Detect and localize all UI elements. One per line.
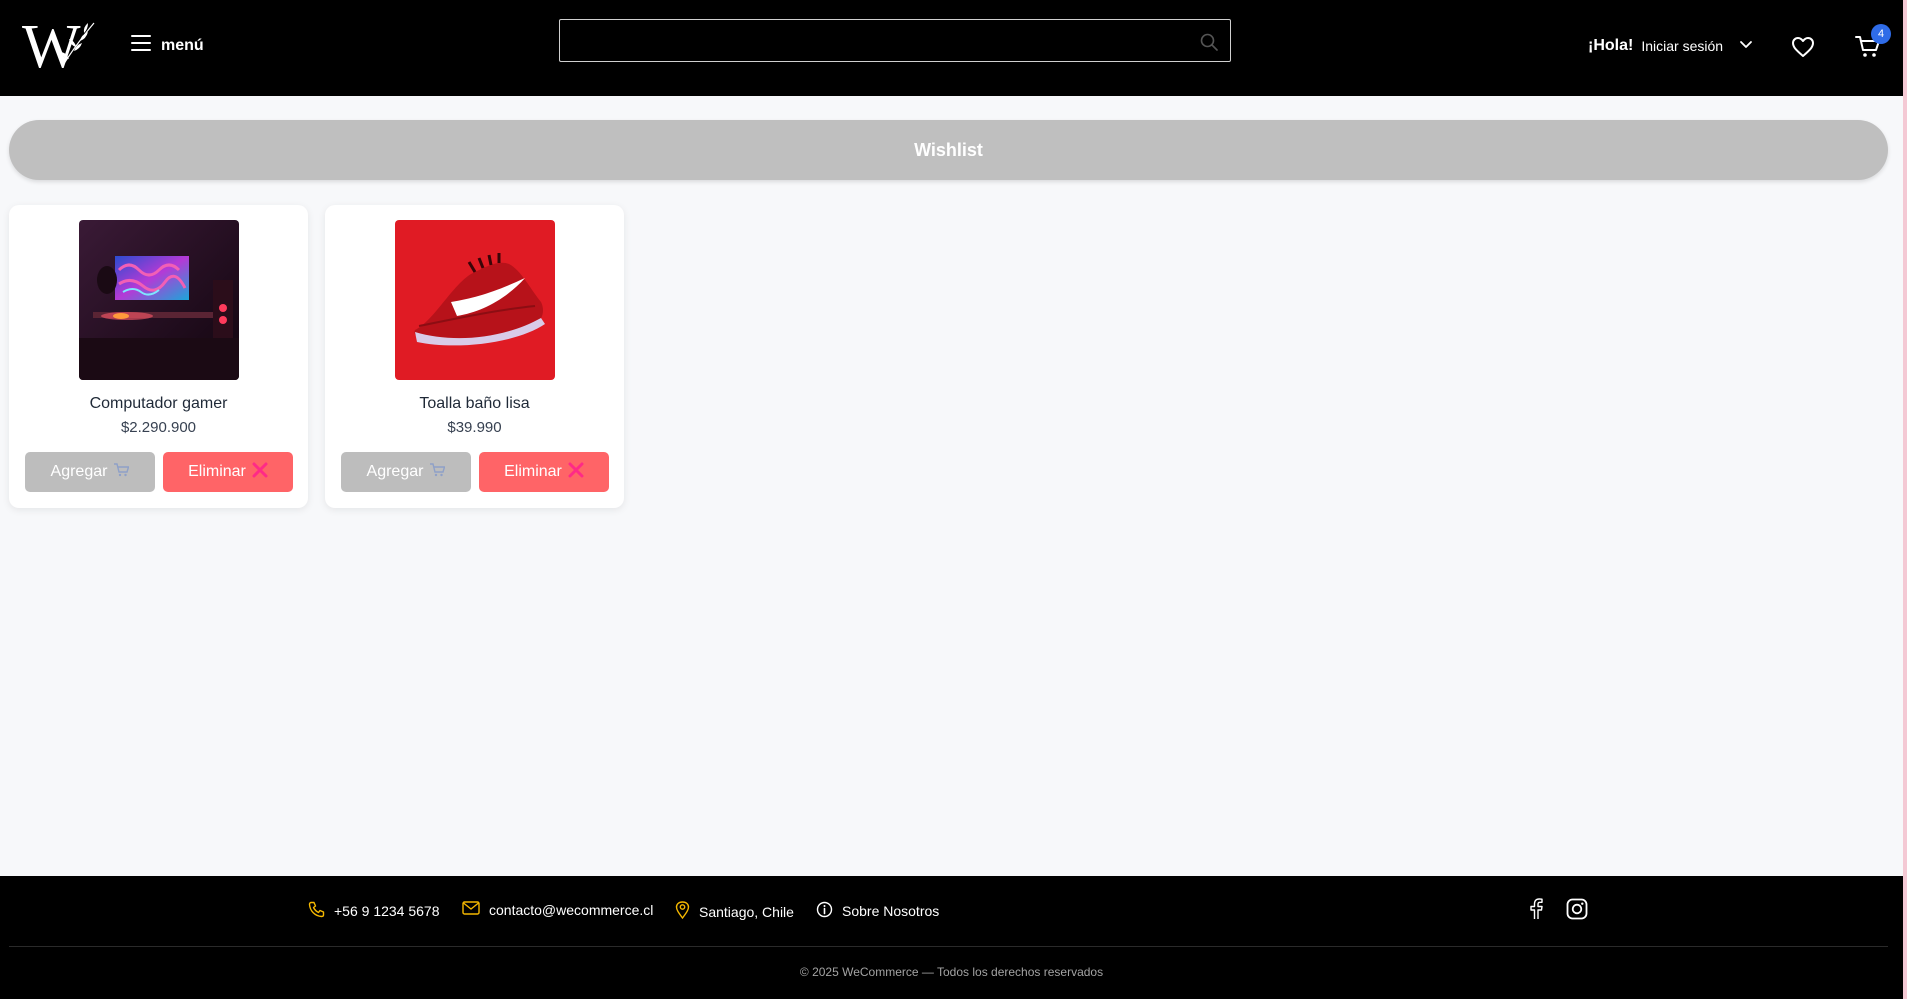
copyright-text: © 2025 WeCommerce — Todos los derechos r… bbox=[799, 965, 1104, 979]
about-text: Sobre Nosotros bbox=[842, 903, 940, 919]
product-image-computer[interactable] bbox=[79, 220, 239, 380]
phone-text: +56 9 1234 5678 bbox=[334, 903, 440, 919]
logo-letter: W bbox=[22, 17, 81, 73]
footer-email[interactable]: contacto@wecommerce.cl bbox=[462, 901, 653, 918]
footer-about-link[interactable]: Sobre Nosotros bbox=[816, 901, 939, 921]
menu-label: menú bbox=[161, 36, 204, 54]
cart-count-badge: 4 bbox=[1871, 24, 1891, 44]
page: W menú ¡Hola! Iniciar sesión 4 Wishlist … bbox=[0, 0, 1907, 999]
wishlist-card: Toalla baño lisa $39.990 Agregar Elimina… bbox=[325, 205, 624, 508]
product-price: $2.290.900 bbox=[120, 419, 197, 436]
add-to-cart-button[interactable]: Agregar bbox=[25, 452, 155, 492]
cart-emoji-icon bbox=[429, 462, 446, 482]
phone-icon bbox=[308, 901, 325, 921]
heart-icon[interactable] bbox=[1791, 36, 1815, 63]
footer-phone[interactable]: +56 9 1234 5678 bbox=[308, 901, 440, 921]
remove-button[interactable]: Eliminar bbox=[163, 452, 293, 492]
search-icon[interactable] bbox=[1200, 33, 1218, 56]
chevron-down-icon bbox=[1739, 37, 1753, 55]
hamburger-icon bbox=[131, 34, 151, 57]
greeting-text: ¡Hola! bbox=[1588, 37, 1634, 54]
add-button-label: Agregar bbox=[50, 463, 108, 480]
remove-button[interactable]: Eliminar bbox=[479, 452, 609, 492]
footer-location[interactable]: Santiago, Chile bbox=[675, 901, 794, 922]
search-bar bbox=[559, 19, 1231, 62]
login-dropdown[interactable]: ¡Hola! Iniciar sesión bbox=[1588, 37, 1753, 55]
location-pin-icon bbox=[675, 901, 690, 922]
facebook-icon[interactable] bbox=[1529, 898, 1543, 925]
wishlist-title: Wishlist bbox=[914, 140, 983, 160]
product-image-shoe[interactable] bbox=[395, 220, 555, 380]
instagram-icon[interactable] bbox=[1566, 898, 1588, 925]
add-button-label: Agregar bbox=[366, 463, 424, 480]
remove-button-label: Eliminar bbox=[504, 463, 562, 480]
login-label: Iniciar sesión bbox=[1641, 38, 1724, 54]
wishlist-title-bar: Wishlist bbox=[9, 120, 1888, 180]
product-price: $39.990 bbox=[447, 419, 502, 436]
wishlist-card: Computador gamer $2.290.900 Agregar Elim… bbox=[9, 205, 308, 508]
email-text: contacto@wecommerce.cl bbox=[489, 901, 654, 918]
add-to-cart-button[interactable]: Agregar bbox=[341, 452, 471, 492]
menu-button[interactable]: menú bbox=[131, 34, 204, 57]
footer-divider bbox=[9, 946, 1888, 947]
cross-mark-icon bbox=[252, 462, 268, 483]
product-name: Toalla baño lisa bbox=[419, 395, 530, 412]
site-footer: +56 9 1234 5678 contacto@wecommerce.cl S… bbox=[0, 876, 1903, 999]
cart-emoji-icon bbox=[113, 462, 130, 482]
location-text: Santiago, Chile bbox=[699, 903, 794, 920]
remove-button-label: Eliminar bbox=[188, 463, 246, 480]
top-header: W menú ¡Hola! Iniciar sesión 4 bbox=[0, 0, 1903, 96]
brand-logo[interactable]: W bbox=[22, 13, 96, 81]
search-input[interactable] bbox=[560, 20, 1230, 61]
product-name: Computador gamer bbox=[89, 395, 228, 412]
cross-mark-icon bbox=[568, 462, 584, 483]
scrollbar-track bbox=[1903, 0, 1907, 999]
info-icon bbox=[816, 901, 833, 921]
mail-icon bbox=[462, 901, 480, 918]
